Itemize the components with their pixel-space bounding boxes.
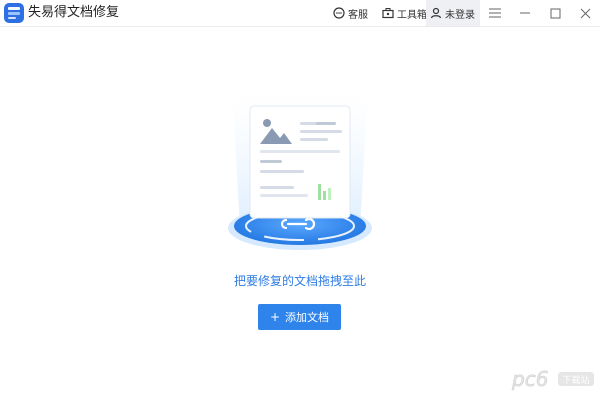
maximize-button[interactable] [540, 0, 570, 26]
menu-icon [489, 8, 501, 18]
customer-service-button[interactable]: 客服 [333, 0, 368, 26]
plus-icon: + [269, 310, 281, 324]
drop-hint-text: 把要修复的文档拖拽至此 [233, 274, 366, 288]
svg-text:pc6: pc6 [511, 367, 548, 391]
toolbox-icon [382, 8, 394, 19]
drop-zone-illustration[interactable] [220, 86, 380, 256]
maximize-icon [550, 8, 560, 18]
login-button[interactable]: 未登录 [426, 0, 480, 26]
close-button[interactable] [570, 0, 600, 26]
toolbox-label: 工具箱 [397, 9, 427, 21]
toolbox-button[interactable]: 工具箱 [382, 0, 427, 26]
minimize-button[interactable] [510, 0, 540, 26]
app-logo-icon [4, 3, 24, 23]
svg-text:下载站: 下载站 [562, 374, 589, 386]
app-title: 失易得文档修复 [28, 5, 120, 20]
user-icon [430, 7, 442, 19]
menu-button[interactable] [480, 0, 510, 26]
customer-service-label: 客服 [348, 9, 368, 21]
login-label: 未登录 [445, 9, 475, 21]
add-document-label: 添加文档 [285, 311, 330, 324]
chat-icon [333, 7, 345, 19]
minimize-icon [520, 12, 530, 14]
add-document-button[interactable]: + 添加文档 [258, 304, 341, 330]
watermark-logo: pc6 下载站 [510, 364, 596, 394]
title-bar: 失易得文档修复 客服 工具箱 未登录 [0, 0, 600, 27]
close-icon [580, 8, 590, 18]
